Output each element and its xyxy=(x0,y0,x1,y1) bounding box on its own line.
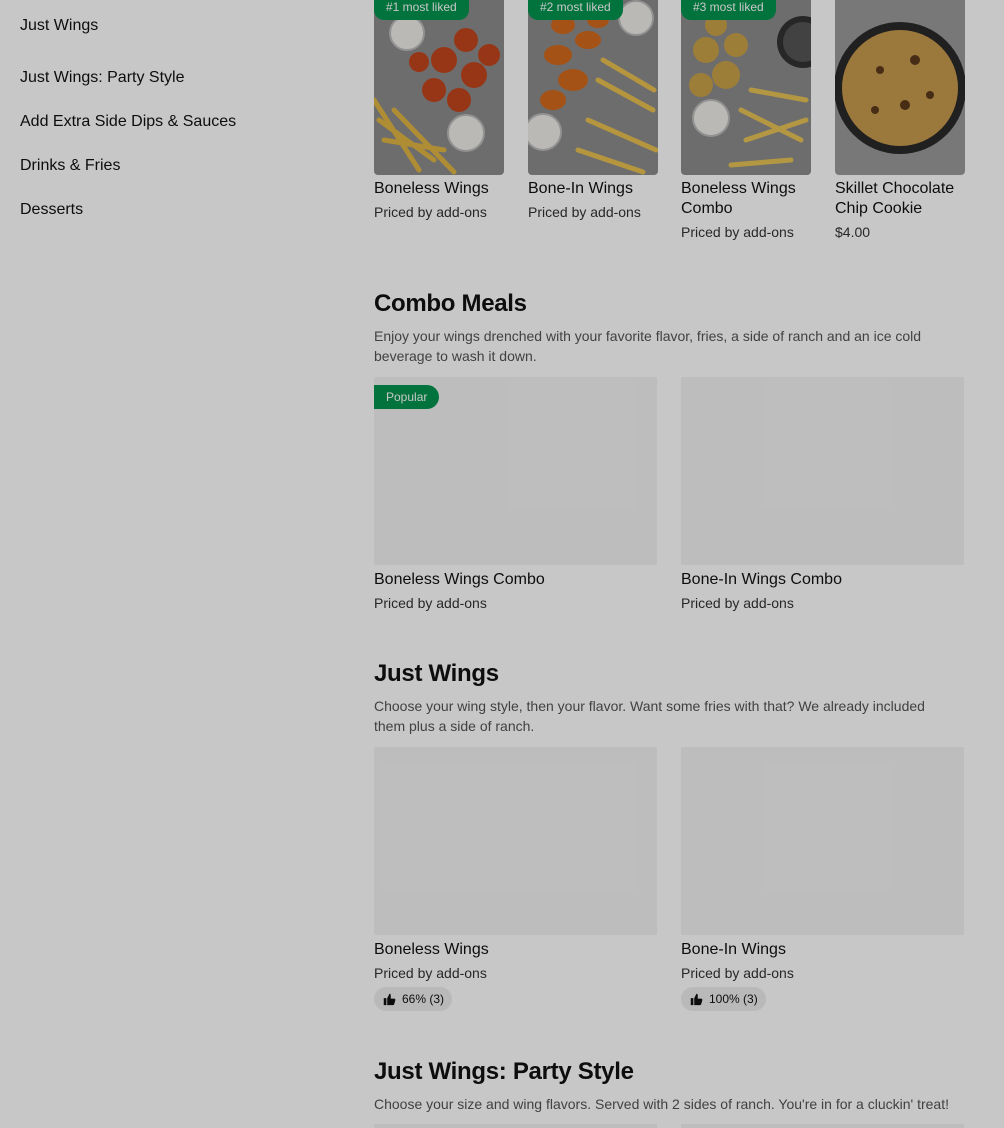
item-name: Boneless Wings Combo xyxy=(681,180,796,217)
thumbs-up-icon xyxy=(690,993,703,1006)
page: Just Wings Just Wings: Party Style Add E… xyxy=(0,0,1004,1128)
item-image-placeholder[interactable] xyxy=(681,747,964,935)
menu-item-card[interactable]: Bone-In Wings Combo Priced by add-ons xyxy=(681,377,964,613)
item-price: Priced by add-ons xyxy=(681,595,794,611)
item-image-placeholder[interactable] xyxy=(374,747,657,935)
pick-card[interactable]: #1 most liked Boneless Wings Priced by a… xyxy=(374,0,504,222)
menu-item-card[interactable]: Popular Boneless Wings Combo Priced by a… xyxy=(374,377,657,613)
wings-fries-image xyxy=(528,0,658,175)
boneless-wings-combo-photo[interactable]: #3 most liked xyxy=(681,0,811,175)
menu-item-card[interactable]: Boneless Wings Priced by add-ons 66% (3) xyxy=(374,747,657,1011)
section-title: Just Wings xyxy=(374,660,499,687)
item-name: Bone-In Wings xyxy=(528,180,633,197)
item-image-placeholder[interactable] xyxy=(681,1124,964,1128)
item-name: Bone-In Wings xyxy=(681,941,786,958)
pick-card[interactable]: #3 most liked Boneless Wings Combo Price… xyxy=(681,0,811,242)
item-price: Priced by add-ons xyxy=(528,204,641,220)
item-price: Priced by add-ons xyxy=(374,595,487,611)
section-combo-meals: Combo Meals Enjoy your wings drenched wi… xyxy=(374,290,964,366)
section-title: Just Wings: Party Style xyxy=(374,1058,634,1085)
rating-badge: 66% (3) xyxy=(374,987,453,1011)
thumbs-up-icon xyxy=(383,993,396,1006)
sidebar-item-side-dips[interactable]: Add Extra Side Dips & Sauces xyxy=(20,96,320,140)
sidebar-item-just-wings[interactable]: Just Wings xyxy=(20,0,320,52)
cookie-photo[interactable] xyxy=(835,0,965,175)
rating-badge: 100% (3) xyxy=(681,987,766,1011)
item-image-placeholder[interactable]: Popular xyxy=(374,377,657,565)
most-liked-badge: #2 most liked xyxy=(528,0,623,20)
item-name: Boneless Wings xyxy=(374,941,489,958)
section-description: Enjoy your wings drenched with your favo… xyxy=(374,328,922,364)
item-name: Bone-In Wings Combo xyxy=(681,571,842,588)
item-image-placeholder[interactable] xyxy=(374,1124,657,1128)
item-price: Priced by add-ons xyxy=(374,965,487,981)
bone-in-wings-photo[interactable]: #2 most liked xyxy=(528,0,658,175)
skillet-cookie-image xyxy=(835,0,965,175)
wings-fries-image xyxy=(374,0,504,175)
most-liked-badge: #1 most liked xyxy=(374,0,469,20)
rating-text: 100% (3) xyxy=(709,992,758,1006)
section-description: Choose your size and wing flavors. Serve… xyxy=(374,1096,949,1112)
item-price: $4.00 xyxy=(835,224,871,240)
category-sidebar: Just Wings Just Wings: Party Style Add E… xyxy=(20,0,320,228)
most-liked-badge: #3 most liked xyxy=(681,0,776,20)
sidebar-item-party-style[interactable]: Just Wings: Party Style xyxy=(20,52,320,96)
item-price: Priced by add-ons xyxy=(681,965,794,981)
pick-card[interactable]: #2 most liked Bone-In Wings Priced by ad… xyxy=(528,0,658,222)
item-price: Priced by add-ons xyxy=(681,224,794,240)
popular-badge: Popular xyxy=(374,385,440,409)
item-name: Boneless Wings xyxy=(374,180,489,197)
menu-item-card[interactable]: Bone-In Wings Priced by add-ons 100% (3) xyxy=(681,747,964,1011)
boneless-wings-photo[interactable]: #1 most liked xyxy=(374,0,504,175)
section-description: Choose your wing style, then your flavor… xyxy=(374,698,925,734)
sidebar-item-drinks-fries[interactable]: Drinks & Fries xyxy=(20,140,320,184)
item-price: Priced by add-ons xyxy=(374,204,487,220)
most-liked-row: #1 most liked Boneless Wings Priced by a… xyxy=(374,0,984,250)
item-image-placeholder[interactable] xyxy=(681,377,964,565)
wings-fries-image xyxy=(681,0,811,175)
sidebar-item-desserts[interactable]: Desserts xyxy=(20,184,320,228)
section-title: Combo Meals xyxy=(374,290,527,317)
section-party-style: Just Wings: Party Style Choose your size… xyxy=(374,1058,964,1114)
item-name: Boneless Wings Combo xyxy=(374,571,545,588)
section-just-wings: Just Wings Choose your wing style, then … xyxy=(374,660,964,736)
rating-text: 66% (3) xyxy=(402,992,445,1006)
pick-card[interactable]: Skillet Chocolate Chip Cookie $4.00 xyxy=(835,0,965,242)
item-name: Skillet Chocolate Chip Cookie xyxy=(835,180,955,217)
